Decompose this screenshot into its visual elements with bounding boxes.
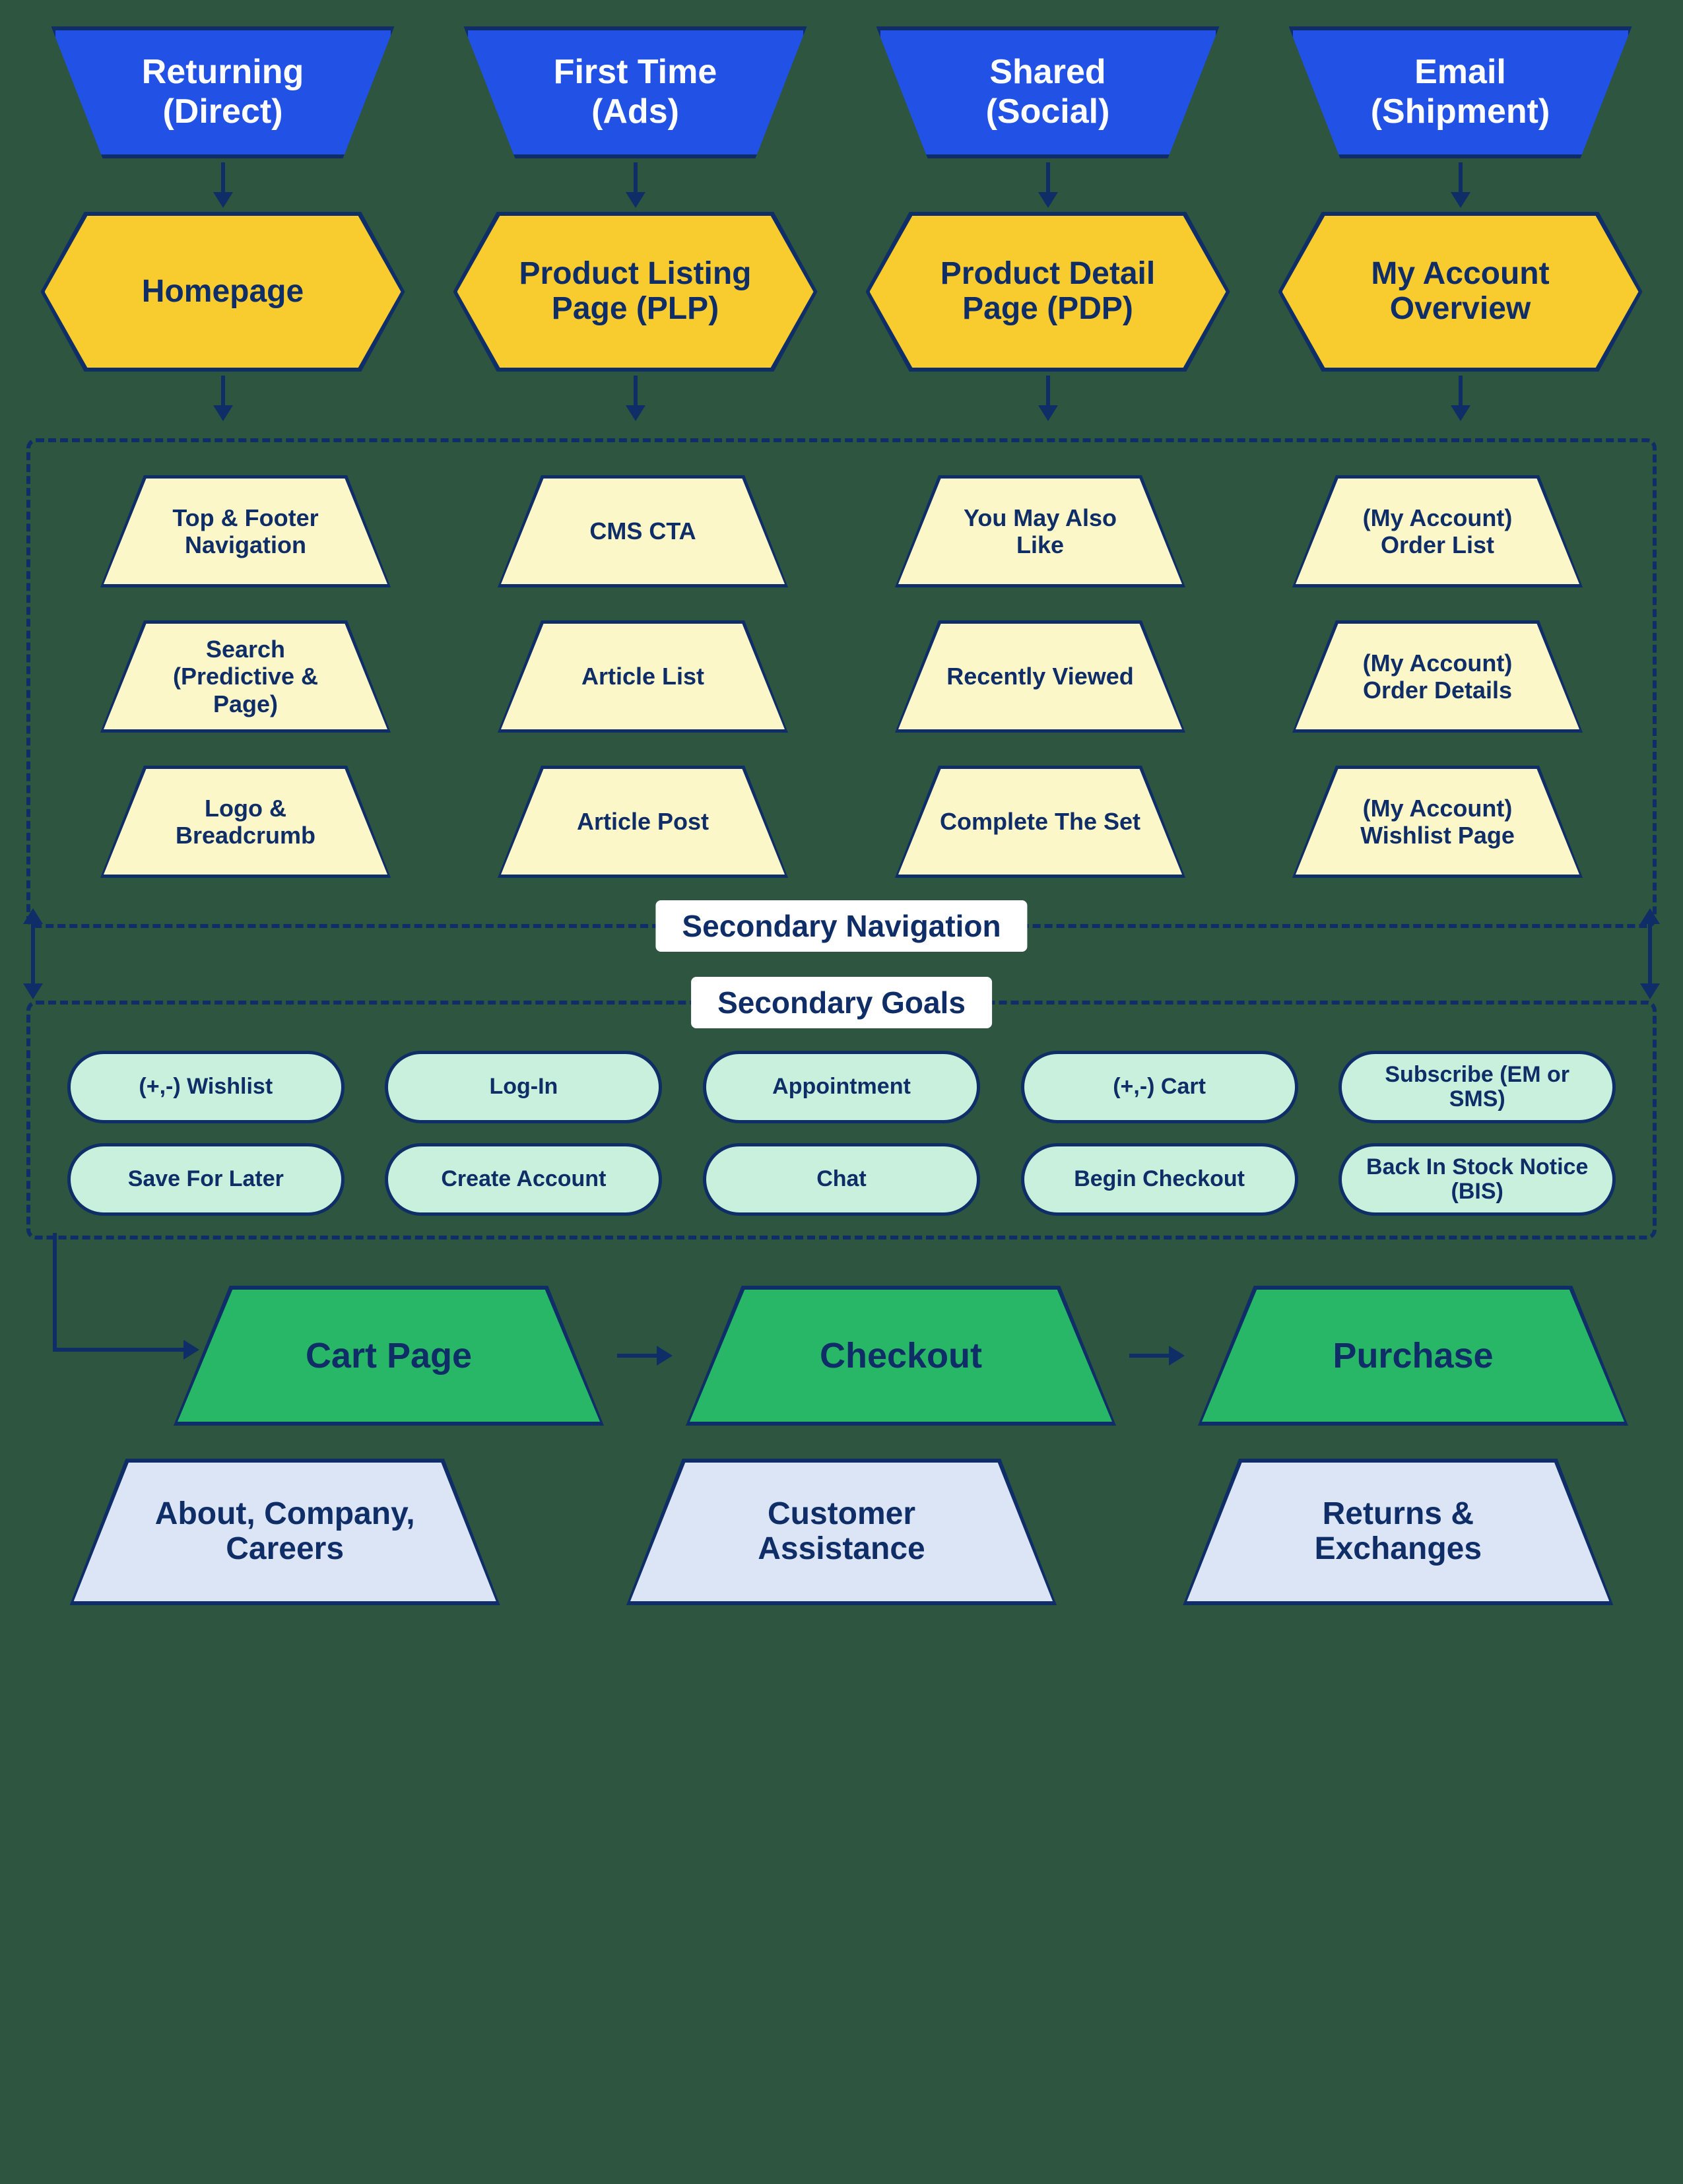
nav-item: CMS CTA <box>498 475 788 587</box>
goal-pill: Save For Later <box>67 1143 345 1216</box>
nav-item: Recently Viewed <box>895 620 1185 733</box>
info-row: About, Company, Careers Customer Assista… <box>26 1459 1657 1605</box>
nav-item: (My Account) Order List <box>1292 475 1583 587</box>
conversion-checkout: Checkout <box>686 1286 1116 1426</box>
arrow-down-icon <box>1451 376 1470 421</box>
nav-item: (My Account) Order Details <box>1292 620 1583 733</box>
arrow-down-icon <box>626 162 645 208</box>
nav-item: Complete The Set <box>895 766 1185 878</box>
double-arrow-icon <box>23 908 43 999</box>
landing-homepage: Homepage <box>41 212 405 372</box>
landing-account: My Account Overview <box>1278 212 1643 372</box>
nav-item: Search (Predictive & Page) <box>100 620 391 733</box>
entry-returning: Returning(Direct) <box>51 26 395 158</box>
arrow-down-icon <box>213 162 233 208</box>
goal-pill: Chat <box>703 1143 980 1216</box>
secondary-navigation-group: Top & Footer Navigation CMS CTA You May … <box>26 438 1657 928</box>
entry-row: Returning(Direct) Homepage First Time(Ad… <box>26 26 1657 425</box>
arrow-down-icon <box>1038 162 1058 208</box>
conversion-flow: Cart Page Checkout Purchase <box>26 1286 1657 1426</box>
goal-pill: (+,-) Cart <box>1021 1051 1298 1123</box>
goal-pill: Begin Checkout <box>1021 1143 1298 1216</box>
conversion-purchase: Purchase <box>1198 1286 1628 1426</box>
nav-item: Top & Footer Navigation <box>100 475 391 587</box>
double-arrow-icon <box>1640 908 1660 999</box>
landing-pdp: Product Detail Page (PDP) <box>866 212 1230 372</box>
info-support: Customer Assistance <box>626 1459 1057 1605</box>
goal-pill: Appointment <box>703 1051 980 1123</box>
goal-pill: Back In Stock Notice (BIS) <box>1338 1143 1616 1216</box>
goal-pill: Log-In <box>385 1051 662 1123</box>
nav-item: (My Account) Wishlist Page <box>1292 766 1583 878</box>
arrow-right-icon <box>617 1346 673 1366</box>
entry-email: Email(Shipment) <box>1289 26 1632 158</box>
nav-item: Article Post <box>498 766 788 878</box>
nav-item: Logo & Breadcrumb <box>100 766 391 878</box>
secondary-goals-group: Secondary Goals (+,-) Wishlist Log-In Ap… <box>26 1001 1657 1240</box>
entry-first-time: First Time(Ads) <box>464 26 807 158</box>
conversion-cart: Cart Page <box>174 1286 604 1426</box>
goal-pill: (+,-) Wishlist <box>67 1051 345 1123</box>
info-returns: Returns & Exchanges <box>1183 1459 1613 1605</box>
goal-pill: Subscribe (EM or SMS) <box>1338 1051 1616 1123</box>
arrow-down-icon <box>1451 162 1470 208</box>
nav-item: Article List <box>498 620 788 733</box>
secondary-goals-label: Secondary Goals <box>691 977 992 1028</box>
arrow-down-icon <box>213 376 233 421</box>
arrow-right-icon <box>1129 1346 1185 1366</box>
goal-pill: Create Account <box>385 1143 662 1216</box>
landing-plp: Product Listing Page (PLP) <box>453 212 818 372</box>
nav-item: You May Also Like <box>895 475 1185 587</box>
flow-diagram: Returning(Direct) Homepage First Time(Ad… <box>26 26 1657 1605</box>
arrow-down-icon <box>626 376 645 421</box>
info-about: About, Company, Careers <box>70 1459 500 1605</box>
entry-shared: Shared(Social) <box>876 26 1220 158</box>
arrow-down-icon <box>1038 376 1058 421</box>
